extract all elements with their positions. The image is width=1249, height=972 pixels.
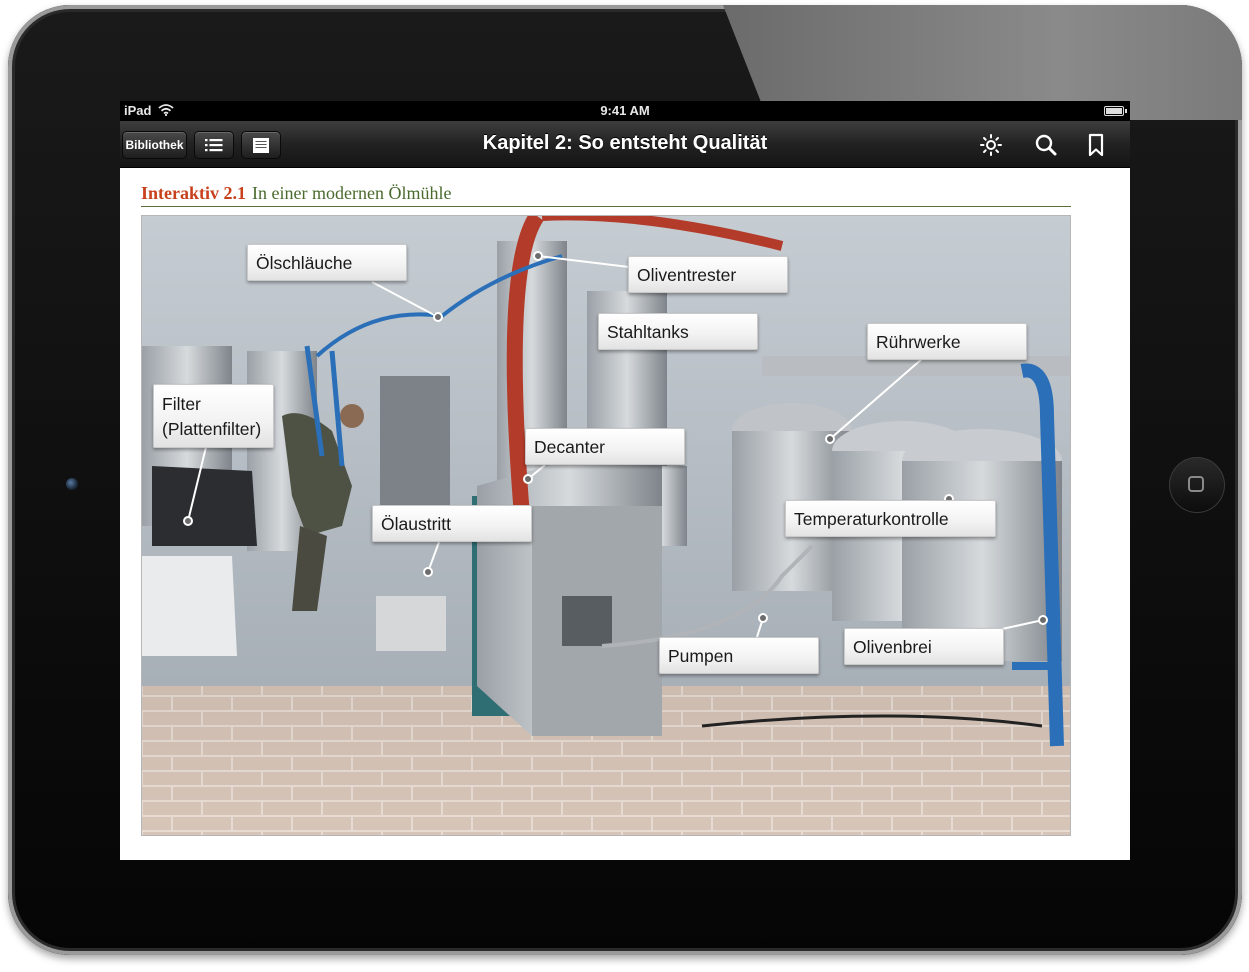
olive-mill-photo[interactable]: Ölschläuche Oliventrester Stahltanks Rüh…	[141, 215, 1071, 836]
bookmark-icon[interactable]	[1082, 131, 1110, 159]
status-time: 9:41 AM	[600, 103, 650, 118]
figure-title: In einer modernen Ölmühle	[252, 183, 452, 203]
label-olivenbrei[interactable]: Olivenbrei	[844, 628, 1004, 665]
home-square-icon	[1188, 476, 1204, 492]
figure-number: Interaktiv 2.1	[141, 183, 246, 203]
label-oelschlaeuche[interactable]: Ölschläuche	[247, 244, 407, 281]
search-icon[interactable]	[1032, 131, 1060, 159]
label-oliventrester[interactable]: Oliventrester	[628, 256, 788, 293]
battery-icon	[1104, 106, 1127, 116]
home-button[interactable]	[1169, 457, 1225, 513]
label-filter-line2: (Plattenfilter)	[162, 419, 262, 439]
figure-caption: Interaktiv 2.1 In einer modernen Ölmühle	[141, 183, 451, 204]
toolbar: Bibliothek Kapitel 2: So entsteht Qualit…	[120, 121, 1130, 168]
label-filter-line1: Filter	[162, 394, 201, 414]
label-pumpen[interactable]: Pumpen	[659, 637, 819, 674]
label-stahltanks[interactable]: Stahltanks	[598, 313, 758, 350]
book-page: Interaktiv 2.1 In einer modernen Ölmühle	[120, 168, 1130, 860]
label-decanter[interactable]: Decanter	[525, 428, 685, 465]
brightness-icon[interactable]	[977, 131, 1005, 159]
label-filter[interactable]: Filter (Plattenfilter)	[153, 384, 274, 448]
status-bar: iPad 9:41 AM	[120, 101, 1130, 121]
label-oelaustritt[interactable]: Ölaustritt	[372, 505, 532, 542]
label-temperaturkontrolle[interactable]: Temperaturkontrolle	[785, 500, 996, 537]
label-ruehrwerke[interactable]: Rührwerke	[867, 323, 1027, 360]
caption-rule	[141, 206, 1071, 207]
screen: iPad 9:41 AM Bibliothek Kapitel 2: So en…	[120, 101, 1130, 860]
camera-icon	[66, 478, 78, 490]
